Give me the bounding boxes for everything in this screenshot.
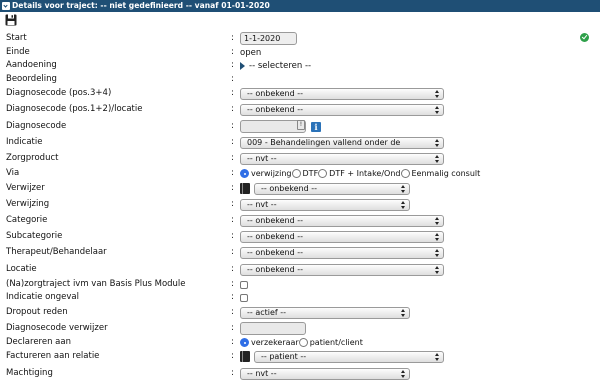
indicatie-label: Indicatie (6, 137, 43, 147)
row-verwijzer: Verwijzer : -- onbekend -- (0, 181, 600, 196)
via-label: Via (6, 168, 20, 178)
collapse-icon[interactable] (2, 2, 10, 10)
diag34-label: Diagnosecode (pos.3+4) (6, 88, 112, 98)
aandoening-select-link[interactable]: -- selecteren -- (249, 61, 311, 71)
row-machtiging: Machtiging : -- nvt -- (0, 366, 600, 381)
declareren-label: Declareren aan (6, 337, 71, 347)
dropout-label: Dropout reden (6, 307, 68, 317)
warning-icon: ! (297, 120, 305, 130)
row-via: Via : verwijzing DTF DTF + Intake/Ond Ee… (0, 166, 600, 181)
via-radio-verwijzing[interactable]: verwijzing (240, 169, 292, 178)
categorie-select[interactable]: -- onbekend -- (240, 214, 444, 227)
via-radio-dtf[interactable]: DTF (291, 169, 318, 178)
via-radio-eenmalig[interactable]: Eenmalig consult (400, 169, 480, 178)
diagnosecode-label: Diagnosecode (6, 121, 67, 131)
machtiging-label: Machtiging (6, 368, 53, 378)
row-diag34: Diagnosecode (pos.3+4) : -- onbekend -- (0, 86, 600, 101)
aandoening-label: Aandoening (6, 60, 57, 70)
row-dropout: Dropout reden : -- actief -- (0, 305, 600, 320)
subcategorie-select[interactable]: -- onbekend -- (240, 230, 444, 243)
dropout-select[interactable]: -- actief -- (240, 306, 410, 319)
row-diag-verwijzer: Diagnosecode verwijzer : (0, 321, 600, 336)
row-indicatie-ongeval: Indicatie ongeval : (0, 290, 600, 305)
einde-value: open (240, 47, 262, 58)
nazorg-checkbox[interactable] (240, 280, 248, 289)
beoordeling-label: Beoordeling (6, 74, 57, 84)
panel-header: Details voor traject: -- niet gedefiniee… (0, 0, 600, 12)
row-therapeut: Therapeut/Behandelaar : -- onbekend -- (0, 245, 600, 260)
start-label: Start (6, 33, 27, 43)
verwijzer-select[interactable]: -- onbekend -- (254, 182, 410, 195)
diag12-select[interactable]: -- onbekend -- (240, 103, 444, 116)
indicatie-ongeval-checkbox[interactable] (240, 293, 248, 302)
row-aandoening: Aandoening : -- selecteren -- (0, 58, 600, 73)
machtiging-select[interactable]: -- nvt -- (240, 367, 410, 380)
diag-verwijzer-input[interactable] (240, 322, 306, 335)
categorie-label: Categorie (6, 215, 48, 225)
row-verwijzing: Verwijzing : -- nvt -- (0, 197, 600, 212)
expand-triangle-icon[interactable] (240, 61, 245, 70)
row-declareren: Declareren aan : verzekeraar patient/cli… (0, 335, 600, 350)
panel-title: Details voor traject: -- niet gedefiniee… (12, 1, 270, 10)
locatie-select[interactable]: -- onbekend -- (240, 263, 444, 276)
verwijzing-label: Verwijzing (6, 199, 50, 209)
diag34-select[interactable]: -- onbekend -- (240, 87, 444, 100)
factureren-label: Factureren aan relatie (6, 351, 100, 361)
row-subcategorie: Subcategorie : -- onbekend -- (0, 229, 600, 244)
row-categorie: Categorie : -- onbekend -- (0, 213, 600, 228)
via-radio-dtf-intake[interactable]: DTF + Intake/Ond (318, 169, 401, 178)
save-icon[interactable] (5, 14, 17, 26)
verwijzer-label: Verwijzer (6, 183, 45, 193)
factureren-select[interactable]: -- patient -- (254, 350, 444, 363)
zorgproduct-label: Zorgproduct (6, 153, 59, 163)
declareren-radio-verzekeraar[interactable]: verzekeraar (240, 338, 299, 347)
locatie-label: Locatie (6, 264, 37, 274)
verwijzing-select[interactable]: -- nvt -- (240, 198, 410, 211)
address-book-icon[interactable] (240, 183, 250, 194)
row-factureren: Factureren aan relatie : -- patient -- (0, 349, 600, 364)
zorgproduct-select[interactable]: -- nvt -- (240, 152, 444, 165)
therapeut-label: Therapeut/Behandelaar (6, 247, 107, 257)
address-book-icon[interactable] (240, 351, 250, 362)
diag12-label: Diagnosecode (pos.1+2)/locatie (6, 104, 143, 114)
declareren-radio-patient[interactable]: patient/client (298, 338, 363, 347)
subcategorie-label: Subcategorie (6, 231, 63, 241)
indicatie-select[interactable]: 009 - Behandelingen vallend onder de (240, 136, 444, 149)
row-start: Start : 1-1-2020 (0, 31, 600, 46)
row-zorgproduct: Zorgproduct : -- nvt -- (0, 151, 600, 166)
diag-verwijzer-label: Diagnosecode verwijzer (6, 323, 108, 333)
therapeut-select[interactable]: -- onbekend -- (240, 246, 444, 259)
row-diag12: Diagnosecode (pos.1+2)/locatie : -- onbe… (0, 102, 600, 117)
row-beoordeling: Beoordeling : (0, 72, 600, 87)
indicatie-ongeval-label: Indicatie ongeval (6, 292, 79, 302)
start-date-input[interactable]: 1-1-2020 (240, 32, 297, 45)
row-locatie: Locatie : -- onbekend -- (0, 262, 600, 277)
row-diagnosecode: Diagnosecode : ! i (0, 119, 600, 134)
info-icon[interactable]: i (311, 121, 321, 132)
row-indicatie: Indicatie : 009 - Behandelingen vallend … (0, 135, 600, 150)
